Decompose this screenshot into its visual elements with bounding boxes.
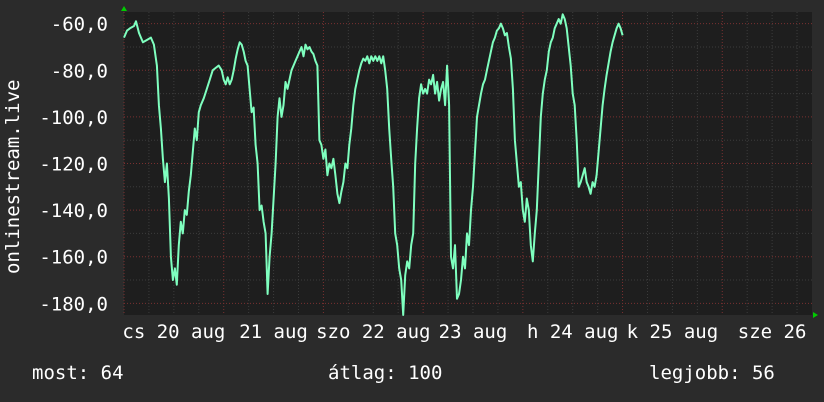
stat-now: most: 64 xyxy=(32,362,124,384)
stat-average: átlag: 100 xyxy=(328,362,442,384)
stat-best-value: 56 xyxy=(751,362,775,384)
x-tick-label: h 24 aug xyxy=(527,321,619,343)
y-tick-label: -60,0 xyxy=(51,14,108,36)
y-tick-label: -120,0 xyxy=(39,154,108,176)
y-tick-label: -180,0 xyxy=(39,293,108,315)
stat-best: legjobb: 56 xyxy=(649,362,775,384)
y-tick-label: -100,0 xyxy=(39,107,108,129)
y-tick-labels: -60,0 -80,0 -100,0 -120,0 -140,0 -160,0 -180,0 xyxy=(39,14,108,316)
stat-average-label: átlag: xyxy=(328,362,397,384)
x-tick-labels: cs 20 aug 21 aug szo 22 aug 23 aug h 24 aug k… xyxy=(122,321,806,343)
stat-now-value: 64 xyxy=(100,362,124,384)
x-tick-label: sze 26 xyxy=(738,321,807,343)
x-tick-label: cs 20 aug xyxy=(122,321,225,343)
y-tick-label: -140,0 xyxy=(39,200,108,222)
chart-svg: -60,0 -80,0 -100,0 -120,0 -140,0 -160,0 -180,0… xyxy=(2,6,818,343)
stat-now-label: most: xyxy=(32,362,90,384)
y-tick-label: -80,0 xyxy=(51,60,108,82)
plot-area xyxy=(124,12,812,315)
stat-average-value: 100 xyxy=(408,362,443,384)
x-tick-label: szo 22 aug xyxy=(316,321,430,343)
y-axis-arrow xyxy=(121,6,127,11)
stat-best-label: legjobb: xyxy=(649,362,741,384)
x-tick-label: k 25 aug xyxy=(627,321,719,343)
y-tick-label: -160,0 xyxy=(39,247,108,269)
chart-frame: -60,0 -80,0 -100,0 -120,0 -140,0 -160,0 -180,0… xyxy=(0,0,824,402)
y-axis-label: onlinestream.live xyxy=(2,80,24,274)
x-tick-label: 23 aug xyxy=(439,321,508,343)
x-axis-arrow xyxy=(813,312,818,318)
x-tick-label: 21 aug xyxy=(239,321,308,343)
